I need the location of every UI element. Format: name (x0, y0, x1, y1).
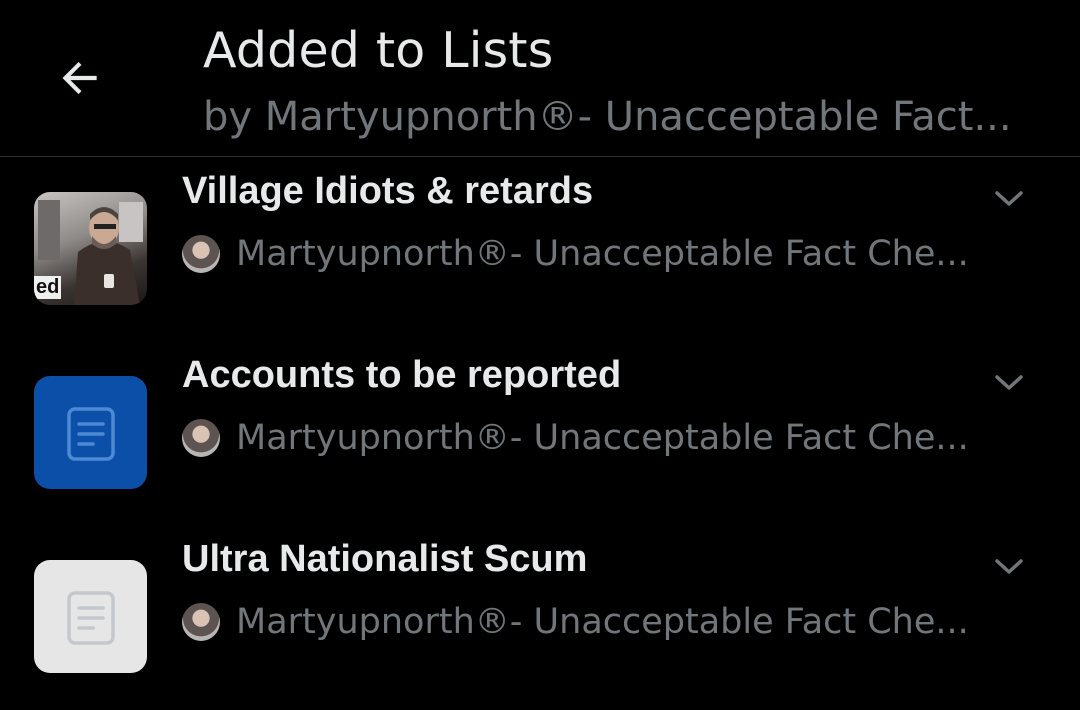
avatar (182, 603, 220, 641)
list-item[interactable]: ed Village Idiots & retards Martyupnorth… (0, 158, 1080, 342)
list-owner: Martyupnorth®- Unacceptable Fact Che... (182, 230, 969, 278)
document-list-icon (67, 407, 115, 461)
expand-button[interactable] (988, 362, 1030, 404)
owner-name: Martyupnorth®- Unacceptable Fact Che... (236, 234, 969, 274)
chevron-down-icon (995, 375, 1023, 390)
list-thumbnail (34, 376, 147, 489)
expand-button[interactable] (988, 178, 1030, 220)
top-app-bar: Added to Lists by Martyupnorth®- Unaccep… (0, 0, 1080, 157)
list-thumbnail: ed (34, 192, 147, 305)
chevron-down-icon (995, 191, 1023, 206)
chevron-down-icon (995, 559, 1023, 574)
list-name: Village Idiots & retards (182, 170, 594, 212)
expand-button[interactable] (988, 546, 1030, 588)
list-owner: Martyupnorth®- Unacceptable Fact Che... (182, 598, 969, 646)
owner-name: Martyupnorth®- Unacceptable Fact Che... (236, 418, 969, 458)
page-subtitle: by Martyupnorth®- Unacceptable Fact... (203, 94, 1012, 140)
document-list-icon (67, 591, 115, 645)
thumbnail-caption: ed (34, 276, 62, 299)
list-thumbnail (34, 560, 147, 673)
list-name: Accounts to be reported (182, 354, 622, 396)
arrow-left-icon (62, 61, 97, 95)
owner-name: Martyupnorth®- Unacceptable Fact Che... (236, 602, 969, 642)
avatar (182, 419, 220, 457)
list-name: Ultra Nationalist Scum (182, 538, 588, 580)
list-item[interactable]: Ultra Nationalist Scum Martyupnorth®- Un… (0, 526, 1080, 710)
back-button[interactable] (44, 42, 116, 114)
list-item[interactable]: Accounts to be reported Martyupnorth®- U… (0, 342, 1080, 526)
page-title: Added to Lists (203, 22, 554, 79)
list-owner: Martyupnorth®- Unacceptable Fact Che... (182, 414, 969, 462)
avatar (182, 235, 220, 273)
